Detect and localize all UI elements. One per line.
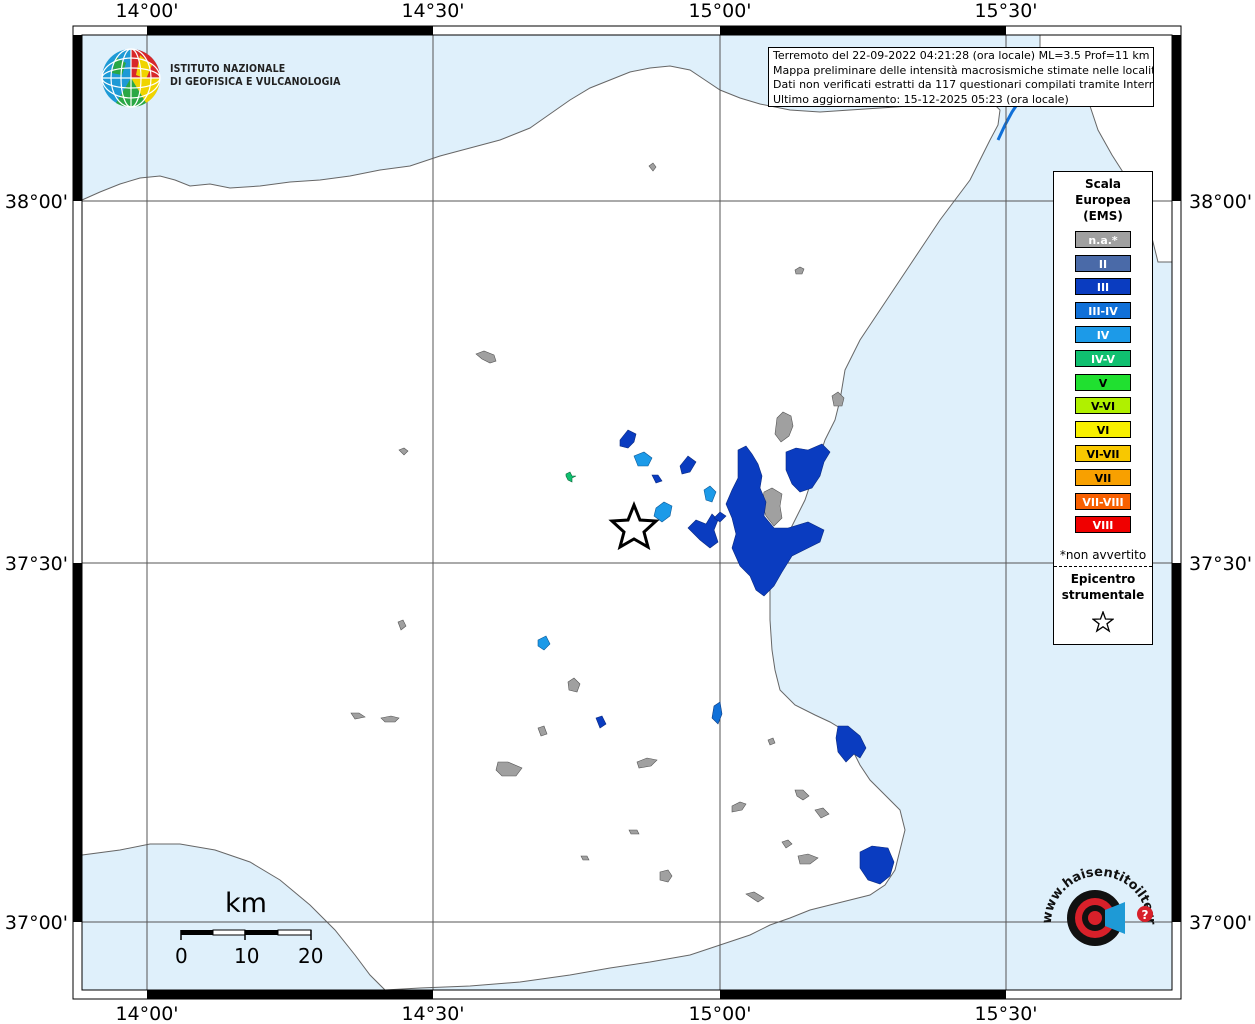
top-label-1: 14°00' [115, 0, 178, 22]
legend-item-ii: II [1075, 254, 1131, 272]
bottom-label-2: 14°30' [401, 1003, 464, 1024]
legend-item-n-a-: n.a.* [1075, 230, 1131, 248]
star-icon [1092, 611, 1114, 633]
scale-bar: km 0 10 20 [170, 888, 340, 968]
legend-item-v-vi: V-VI [1075, 397, 1131, 415]
earthquake-info-box: Terremoto del 22-09-2022 04:21:28 (ora l… [768, 47, 1154, 107]
info-line-3: Dati non verificati estratti da 117 ques… [773, 78, 1154, 91]
top-label-3: 15°00' [688, 0, 751, 22]
bottom-label-4: 15°30' [974, 1003, 1037, 1024]
left-label-2: 37°30' [5, 553, 68, 575]
legend-item-iii-iv: III-IV [1075, 302, 1131, 320]
institute-line-1: ISTITUTO NAZIONALE [170, 63, 286, 75]
target-icon: www.haisentitoilterremoto.it ? [1028, 851, 1158, 946]
legend-note: *non avvertito [1059, 548, 1147, 563]
info-line-2: Mappa preliminare delle intensità macros… [773, 63, 1154, 77]
institute-name: ISTITUTO NAZIONALE DI GEOFISICA E VULCAN… [170, 63, 341, 89]
legend-item-vii-viii: VII-VIII [1075, 492, 1131, 510]
legend-title-3: (EMS) [1083, 209, 1123, 223]
top-label-4: 15°30' [974, 0, 1037, 22]
legend-item-iv: IV [1075, 325, 1131, 343]
legend-item-vii: VII [1075, 468, 1131, 486]
legend-items: n.a.* II III III-IV IV IV-V V V-VI VI VI-VII VII VI… [1054, 230, 1152, 534]
right-label-3: 37°00' [1189, 912, 1252, 934]
legend-epicenter-1: Epicentro [1070, 572, 1136, 587]
ingv-logo: ISTITUTO NAZIONALE DI GEOFISICA E VULCAN… [100, 47, 340, 111]
info-line-1: Terremoto del 22-09-2022 04:21:28 (ora l… [773, 49, 1150, 62]
legend-epicenter: Epicentro strumentale [1054, 571, 1152, 603]
scale-tick-20: 20 [298, 944, 324, 968]
legend-item-v: V [1075, 373, 1131, 391]
bottom-label-1: 14°00' [115, 1003, 178, 1024]
legend-item-vi-vii: VI-VII [1075, 444, 1131, 462]
top-label-2: 14°30' [401, 0, 464, 22]
globe-icon [101, 48, 161, 108]
right-label-2: 37°30' [1189, 553, 1252, 575]
hsit-logo: www.haisentitoilterremoto.it ? [1028, 851, 1165, 972]
scale-tick-0: 0 [175, 944, 188, 968]
legend-title-1: Scala [1084, 177, 1122, 191]
left-label-1: 38°00' [5, 191, 68, 213]
legend-title: Scala Europea (EMS) [1054, 176, 1152, 224]
legend-item-vi: VI [1075, 421, 1131, 439]
legend-separator [1054, 566, 1152, 568]
left-label-3: 37°00' [5, 912, 68, 934]
scale-bar-graphic [180, 929, 312, 940]
legend-item-iv-v: IV-V [1075, 349, 1131, 367]
legend-epicenter-2: strumentale [1061, 588, 1145, 603]
legend-item-iii: III [1075, 278, 1131, 296]
intensity-legend: Scala Europea (EMS) n.a.* II III III-IV IV IV… [1053, 171, 1153, 645]
svg-text:?: ? [1142, 908, 1149, 922]
right-label-1: 38°00' [1189, 191, 1252, 213]
scale-unit: km [225, 888, 267, 919]
scale-tick-10: 10 [234, 944, 260, 968]
institute-line-2: DI GEOFISICA E VULCANOLOGIA [170, 76, 341, 88]
info-line-4: Ultimo aggiornamento: 15-12-2025 05:23 (… [773, 92, 1069, 106]
bottom-label-3: 15°00' [688, 1003, 751, 1024]
legend-title-2: Europea [1075, 193, 1131, 207]
legend-item-viii: VIII [1075, 516, 1131, 534]
